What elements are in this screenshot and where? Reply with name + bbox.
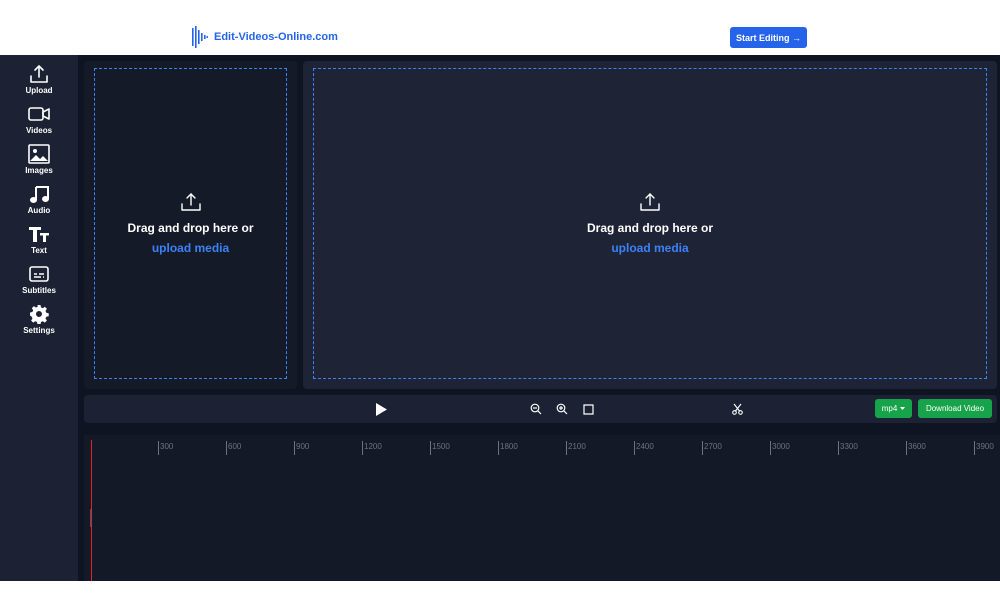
gear-icon <box>27 303 51 325</box>
sidebar-item-label: Upload <box>25 86 53 95</box>
sidebar-item-text[interactable]: Text <box>0 223 78 259</box>
fit-timeline-button[interactable] <box>581 400 595 418</box>
sidebar-item-subtitles[interactable]: Subtitles <box>0 263 78 299</box>
play-icon <box>376 402 387 416</box>
dropzone-text: Drag and drop here or <box>586 220 714 235</box>
sidebar-item-label: Images <box>25 166 53 175</box>
zoom-out-icon <box>530 403 542 415</box>
sidebar-item-label: Audio <box>27 206 51 215</box>
sidebar: Upload Videos Images Audio Text Subtitle… <box>0 55 78 581</box>
zoom-in-icon <box>556 403 568 415</box>
ruler-tick <box>158 441 159 455</box>
ruler-tick <box>974 441 975 455</box>
ruler-label: 300 <box>160 442 174 451</box>
ruler-label: 1500 <box>432 442 450 451</box>
scissors-icon <box>731 403 743 415</box>
chevron-down-icon <box>900 407 906 410</box>
sidebar-item-label: Videos <box>25 126 53 135</box>
format-value: mp4 <box>881 404 898 413</box>
image-icon <box>27 143 51 165</box>
preview-panel: Drag and drop here or upload media <box>303 61 997 389</box>
ruler-label: 1800 <box>500 442 518 451</box>
dropzone-text: Drag and drop here or <box>127 220 254 235</box>
ruler-label: 2700 <box>704 442 722 451</box>
fit-icon <box>582 403 594 415</box>
ruler-tick <box>226 441 227 455</box>
sidebar-item-audio[interactable]: Audio <box>0 183 78 219</box>
brand-logo[interactable]: Edit-Videos-Online.com <box>192 26 338 48</box>
ruler-label: 600 <box>228 442 242 451</box>
page-footer-space <box>0 581 1000 600</box>
upload-icon <box>27 63 51 85</box>
upload-icon <box>640 192 660 216</box>
ruler-tick <box>906 441 907 455</box>
ruler-label: 1200 <box>364 442 382 451</box>
ruler-tick <box>702 441 703 455</box>
ruler-label: 900 <box>296 442 310 451</box>
timeline[interactable]: 300 600 900 1200 1500 1800 2100 2400 2700 3000 330… <box>84 435 1000 581</box>
editor-app: Upload Videos Images Audio Text Subtitle… <box>0 55 1000 581</box>
ruler-label: 3600 <box>908 442 926 451</box>
ruler-label: 3000 <box>772 442 790 451</box>
sidebar-item-images[interactable]: Images <box>0 143 78 179</box>
upload-media-link[interactable]: upload media <box>611 241 688 255</box>
media-panel: Drag and drop here or upload media <box>84 61 297 389</box>
ruler-tick <box>634 441 635 455</box>
start-editing-button[interactable]: Start Editing → <box>730 27 807 48</box>
split-button[interactable] <box>730 400 744 418</box>
audio-wave-icon <box>192 26 208 48</box>
sidebar-item-videos[interactable]: Videos <box>0 103 78 139</box>
sidebar-item-label: Subtitles <box>22 286 56 295</box>
play-button[interactable] <box>374 400 388 418</box>
top-header: Edit-Videos-Online.com Start Editing → <box>0 0 1000 55</box>
ruler-tick <box>770 441 771 455</box>
sidebar-item-label: Settings <box>23 326 55 335</box>
brand-name: Edit-Videos-Online.com <box>214 31 338 43</box>
ruler-tick <box>362 441 363 455</box>
ruler-tick <box>838 441 839 455</box>
playhead[interactable] <box>91 440 92 581</box>
video-camera-icon <box>27 103 51 125</box>
ruler-label: 2100 <box>568 442 586 451</box>
track-handle[interactable] <box>90 509 91 527</box>
preview-dropzone[interactable]: Drag and drop here or upload media <box>313 68 987 379</box>
text-icon <box>27 223 51 245</box>
format-select[interactable]: mp4 <box>875 399 912 418</box>
upload-media-link[interactable]: upload media <box>152 241 229 255</box>
ruler-tick <box>566 441 567 455</box>
sidebar-item-label: Text <box>31 246 47 255</box>
ruler-label: 3900 <box>976 442 994 451</box>
ruler-tick <box>498 441 499 455</box>
ruler-label: 3300 <box>840 442 858 451</box>
sidebar-item-upload[interactable]: Upload <box>0 63 78 99</box>
download-video-button[interactable]: Download Video <box>918 399 992 418</box>
sidebar-item-settings[interactable]: Settings <box>0 303 78 339</box>
zoom-in-button[interactable] <box>555 400 569 418</box>
ruler-label: 2400 <box>636 442 654 451</box>
ruler-tick <box>430 441 431 455</box>
upload-icon <box>180 192 201 216</box>
media-dropzone[interactable]: Drag and drop here or upload media <box>94 68 287 379</box>
music-note-icon <box>27 183 51 205</box>
playback-controls: mp4 Download Video <box>84 395 997 423</box>
ruler-tick <box>294 441 295 455</box>
subtitles-icon <box>27 263 51 285</box>
zoom-out-button[interactable] <box>529 400 543 418</box>
